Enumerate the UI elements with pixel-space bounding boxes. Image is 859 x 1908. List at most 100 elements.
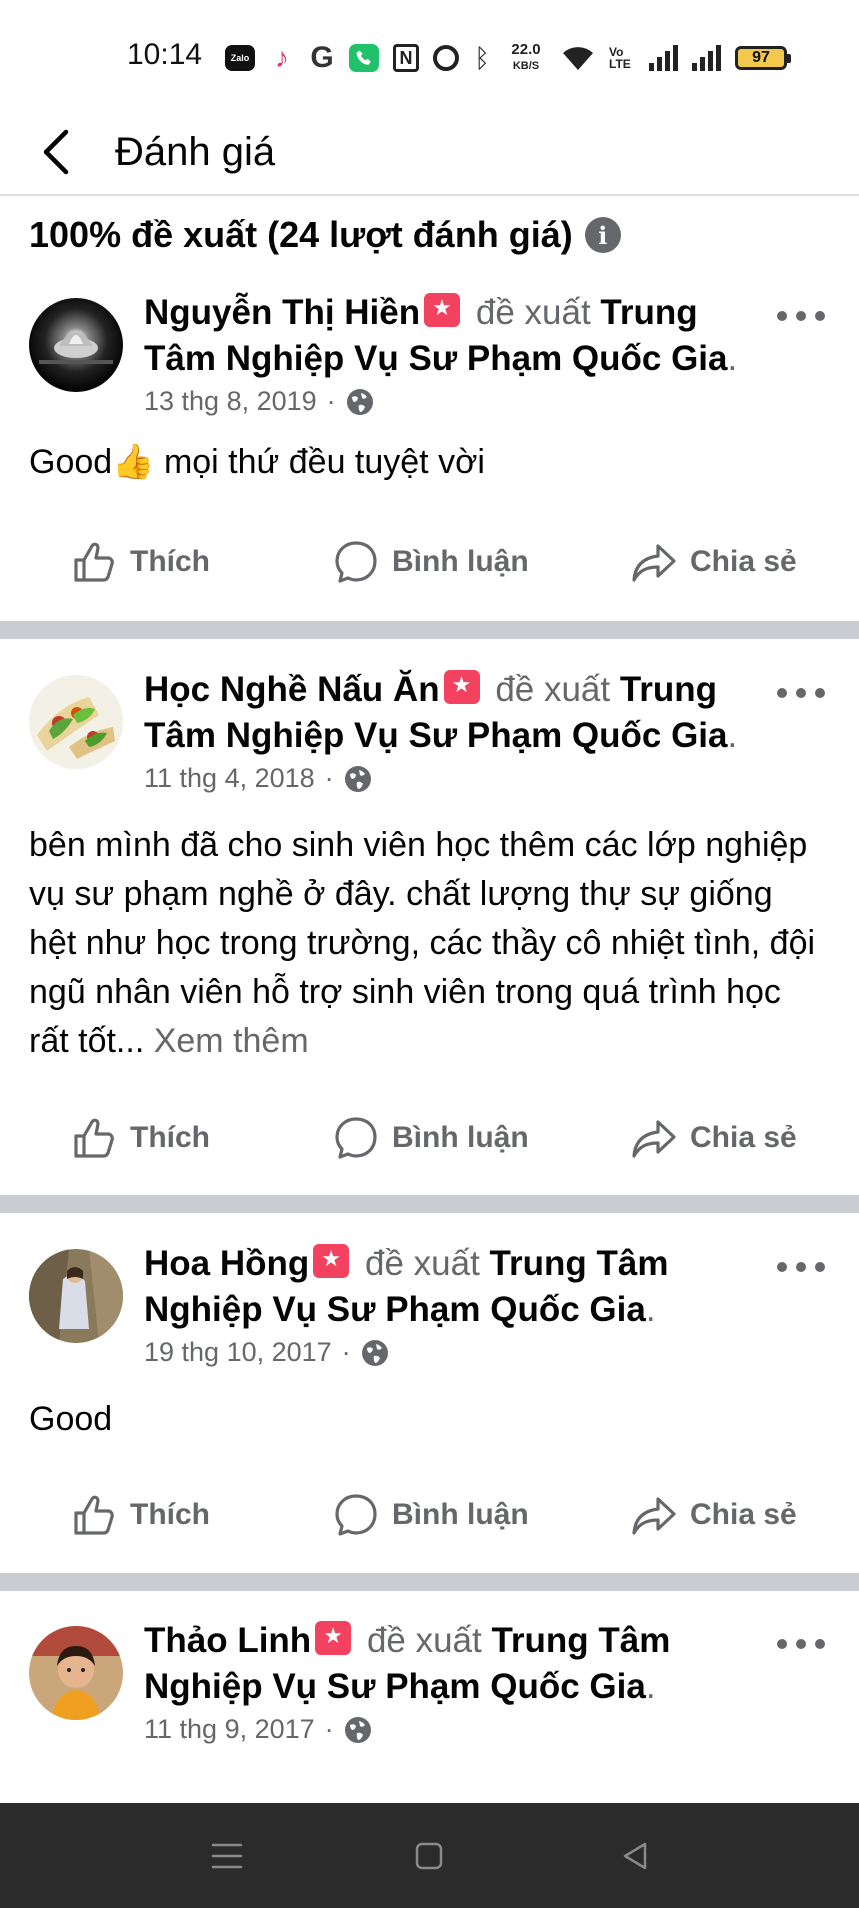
info-icon[interactable]: i: [584, 217, 621, 253]
summary-text: 100% đề xuất (24 lượt đánh giá): [29, 214, 573, 255]
review-card: Hoa Hồng đề xuất Trung Tâm Nghiệp Vụ Sư …: [0, 1241, 859, 1571]
review-date[interactable]: 19 thg 10, 2017: [144, 1337, 332, 1368]
comment-label: Bình luận: [392, 545, 529, 578]
avatar[interactable]: [29, 298, 123, 392]
more-options-button[interactable]: [773, 1247, 829, 1287]
see-more-link[interactable]: Xem thêm: [154, 1022, 309, 1060]
share-label: Chia sẻ: [690, 1498, 797, 1531]
share-icon: [632, 544, 676, 582]
menu-icon[interactable]: [204, 1833, 250, 1879]
divider: [0, 621, 859, 639]
review-text: Good: [29, 1395, 829, 1444]
rating-summary: 100% đề xuất (24 lượt đánh giá) i: [29, 210, 621, 260]
net-speed-value: 22.0: [511, 41, 541, 58]
share-label: Chia sẻ: [690, 545, 797, 578]
bluetooth-icon: ᛒ: [474, 42, 490, 73]
like-label: Thích: [130, 1498, 210, 1531]
review-date[interactable]: 13 thg 8, 2019: [144, 386, 317, 417]
share-button[interactable]: Chia sẻ: [630, 1108, 797, 1168]
globe-icon: [344, 1716, 371, 1743]
comment-button[interactable]: Bình luận: [332, 1485, 529, 1545]
review-body: Good: [29, 1400, 113, 1438]
review-meta: 11 thg 9, 2017 ·: [144, 1714, 372, 1745]
like-label: Thích: [130, 545, 210, 578]
divider: [0, 1573, 859, 1591]
review-date[interactable]: 11 thg 4, 2018: [144, 763, 315, 794]
signal-icon: [649, 45, 678, 71]
review-card: Thảo Linh đề xuất Trung Tâm Nghiệp Vụ Sư…: [0, 1618, 859, 1798]
recommend-icon: [315, 1621, 352, 1655]
net-speed-unit: KB/S: [512, 60, 540, 72]
status-time: 10:14: [127, 38, 203, 71]
battery-icon: 97: [735, 46, 791, 70]
like-button[interactable]: Thích: [70, 1485, 210, 1545]
thumbs-up-icon: [74, 1495, 114, 1535]
reviewer-name[interactable]: Hoa Hồng: [144, 1244, 309, 1283]
back-triangle-icon[interactable]: [612, 1833, 658, 1879]
action-bar: Thích Bình luận Chia sẻ: [0, 1108, 859, 1168]
review-date[interactable]: 11 thg 9, 2017: [144, 1714, 315, 1745]
reviewer-name[interactable]: Nguyễn Thị Hiền: [144, 293, 420, 332]
reviewer-name[interactable]: Thảo Linh: [144, 1621, 311, 1660]
comment-button[interactable]: Bình luận: [332, 532, 529, 592]
avatar[interactable]: [29, 1249, 123, 1343]
like-label: Thích: [130, 1121, 210, 1154]
comment-icon: [335, 541, 377, 583]
review-card: Học Nghề Nấu Ăn đề xuất Trung Tâm Nghiệp…: [0, 667, 859, 1197]
page-title: Đánh giá: [115, 130, 276, 174]
comment-icon: [335, 1117, 377, 1159]
recommend-icon: [424, 293, 461, 327]
more-options-button[interactable]: [773, 673, 829, 713]
recommend-icon: [443, 670, 480, 704]
globe-icon: [346, 388, 373, 415]
review-body: Good👍 mọi thứ đều tuyệt vời: [29, 443, 485, 481]
recommends-verb: đề xuất: [365, 1244, 480, 1283]
review-meta: 13 thg 8, 2019 ·: [144, 386, 374, 417]
recommends-verb: đề xuất: [475, 293, 591, 332]
comment-icon: [335, 1494, 377, 1536]
home-icon[interactable]: [406, 1833, 452, 1879]
avatar[interactable]: [29, 1626, 123, 1720]
review-header: Nguyễn Thị Hiền đề xuất Trung Tâm Nghiệp…: [144, 290, 764, 382]
globe-icon: [361, 1339, 388, 1366]
recommends-verb: đề xuất: [495, 670, 611, 709]
alarm-icon: [433, 45, 459, 71]
avatar[interactable]: [29, 675, 123, 769]
action-bar: Thích Bình luận Chia sẻ: [0, 1485, 859, 1545]
review-body: bên mình đã cho sinh viên học thêm các l…: [29, 826, 816, 1060]
divider: [0, 1195, 859, 1213]
review-text: bên mình đã cho sinh viên học thêm các l…: [29, 821, 829, 1066]
system-nav-bar: [0, 1803, 859, 1908]
net-speed: 22.0 KB/S: [505, 42, 547, 74]
comment-button[interactable]: Bình luận: [332, 1108, 529, 1168]
nfc-icon: N: [393, 44, 419, 72]
review-meta: 19 thg 10, 2017 ·: [144, 1337, 389, 1368]
more-options-button[interactable]: [773, 296, 829, 336]
thumbs-up-icon: [74, 1118, 114, 1158]
share-button[interactable]: Chia sẻ: [630, 1485, 797, 1545]
review-header: Học Nghề Nấu Ăn đề xuất Trung Tâm Nghiệp…: [144, 667, 764, 759]
tiktok-icon: ♪: [275, 42, 289, 73]
g-icon: G: [310, 41, 334, 74]
app-header: Đánh giá: [0, 112, 859, 196]
recommend-icon: [313, 1244, 350, 1278]
more-options-button[interactable]: [773, 1624, 829, 1664]
wifi-icon: [561, 44, 595, 72]
share-icon: [632, 1120, 676, 1158]
review-header: Thảo Linh đề xuất Trung Tâm Nghiệp Vụ Sư…: [144, 1618, 764, 1710]
share-label: Chia sẻ: [690, 1121, 797, 1154]
review-card: Nguyễn Thị Hiền đề xuất Trung Tâm Nghiệp…: [0, 290, 859, 620]
like-button[interactable]: Thích: [70, 532, 210, 592]
status-bar: 10:14 Zalo ♪ G N ᛒ 22.0 KB/S Vo LTE 97: [0, 0, 859, 112]
volte-label: Vo LTE: [609, 45, 631, 71]
review-text: Good👍 mọi thứ đều tuyệt vời: [29, 438, 829, 487]
share-button[interactable]: Chia sẻ: [630, 532, 797, 592]
review-header: Hoa Hồng đề xuất Trung Tâm Nghiệp Vụ Sư …: [144, 1241, 764, 1333]
back-button[interactable]: [28, 124, 84, 180]
reviewer-name[interactable]: Học Nghề Nấu Ăn: [144, 670, 440, 709]
action-bar: Thích Bình luận Chia sẻ: [0, 532, 859, 592]
phone-icon: [349, 44, 379, 72]
volte-icon: Vo LTE: [609, 46, 635, 70]
comment-label: Bình luận: [392, 1498, 529, 1531]
like-button[interactable]: Thích: [70, 1108, 210, 1168]
